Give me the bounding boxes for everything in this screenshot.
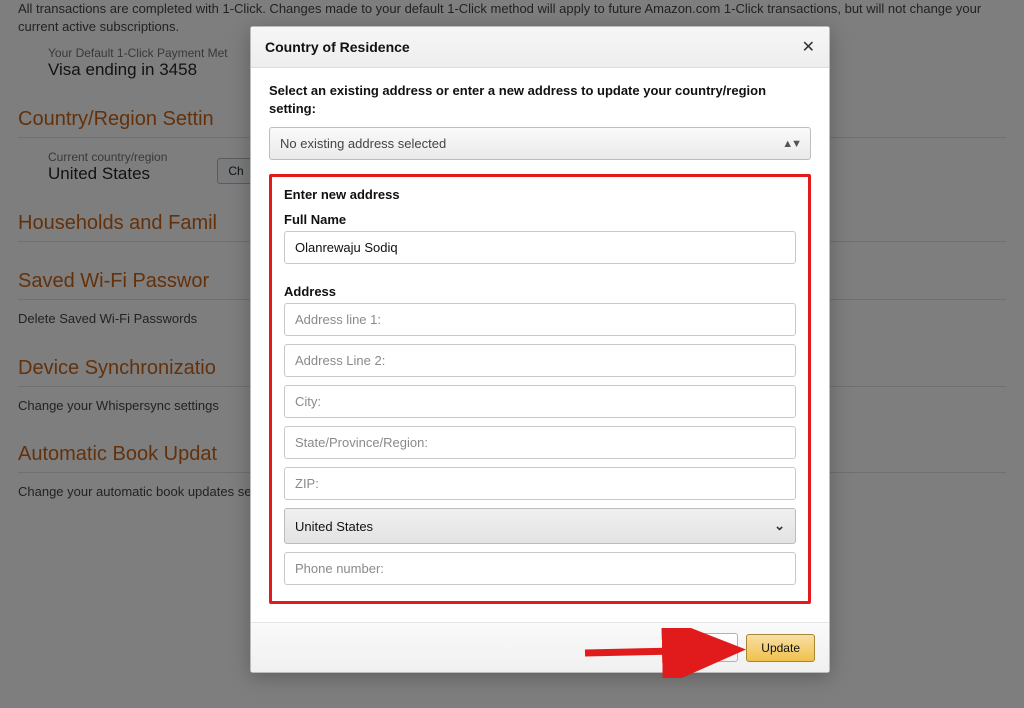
country-of-residence-modal: Country of Residence ✕ Select an existin… bbox=[250, 26, 830, 673]
close-icon[interactable]: ✕ bbox=[802, 37, 815, 57]
address-line2-input[interactable] bbox=[284, 344, 796, 377]
update-button[interactable]: Update bbox=[746, 634, 815, 662]
full-name-input[interactable] bbox=[284, 231, 796, 264]
cancel-button[interactable] bbox=[682, 633, 738, 662]
full-name-label: Full Name bbox=[284, 212, 796, 227]
state-input[interactable] bbox=[284, 426, 796, 459]
phone-input[interactable] bbox=[284, 552, 796, 585]
address-line1-input[interactable] bbox=[284, 303, 796, 336]
modal-instruction: Select an existing address or enter a ne… bbox=[269, 82, 811, 117]
chevron-down-icon: ⌄ bbox=[774, 518, 785, 534]
country-select-value: United States bbox=[295, 519, 373, 534]
existing-address-select-label: No existing address selected bbox=[280, 136, 446, 151]
modal-title: Country of Residence bbox=[265, 39, 410, 55]
city-input[interactable] bbox=[284, 385, 796, 418]
form-heading: Enter new address bbox=[284, 187, 796, 202]
existing-address-select[interactable]: No existing address selected ▲▼ bbox=[269, 127, 811, 160]
address-label: Address bbox=[284, 284, 796, 299]
updown-icon: ▲▼ bbox=[782, 138, 800, 150]
zip-input[interactable] bbox=[284, 467, 796, 500]
address-form-highlight: Enter new address Full Name Address Unit… bbox=[269, 174, 811, 604]
country-select[interactable]: United States ⌄ bbox=[284, 508, 796, 544]
